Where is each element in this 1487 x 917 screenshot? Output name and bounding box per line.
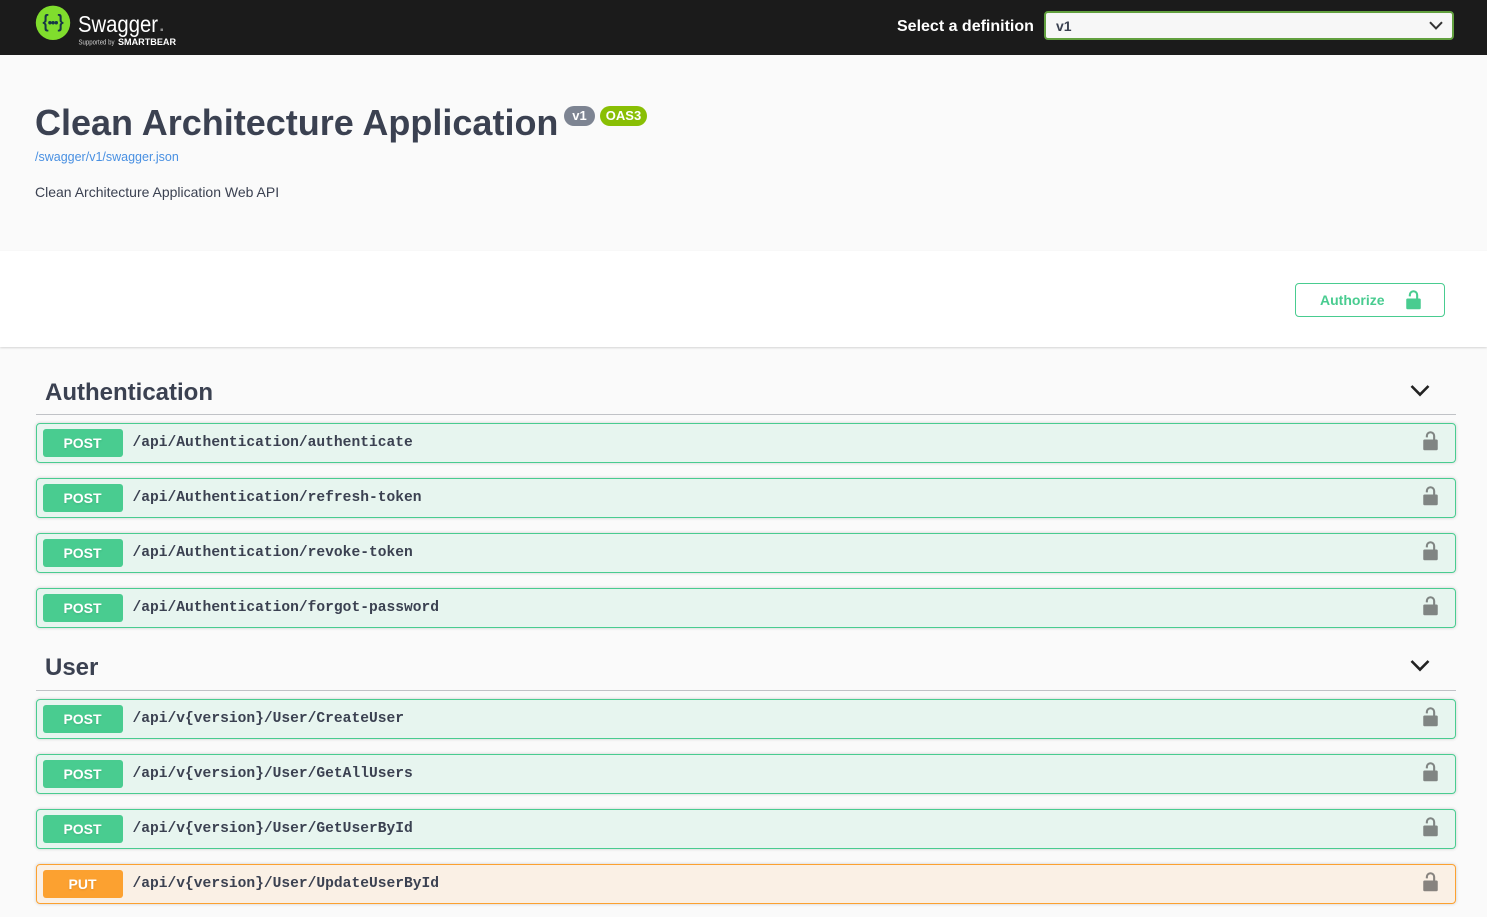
svg-text:SMARTBEAR: SMARTBEAR [118,37,177,47]
svg-text:Supported by: Supported by [79,38,115,47]
svg-text:}: } [58,11,65,32]
svg-text:{: { [43,11,49,32]
svg-text:Swagger: Swagger [78,11,158,37]
